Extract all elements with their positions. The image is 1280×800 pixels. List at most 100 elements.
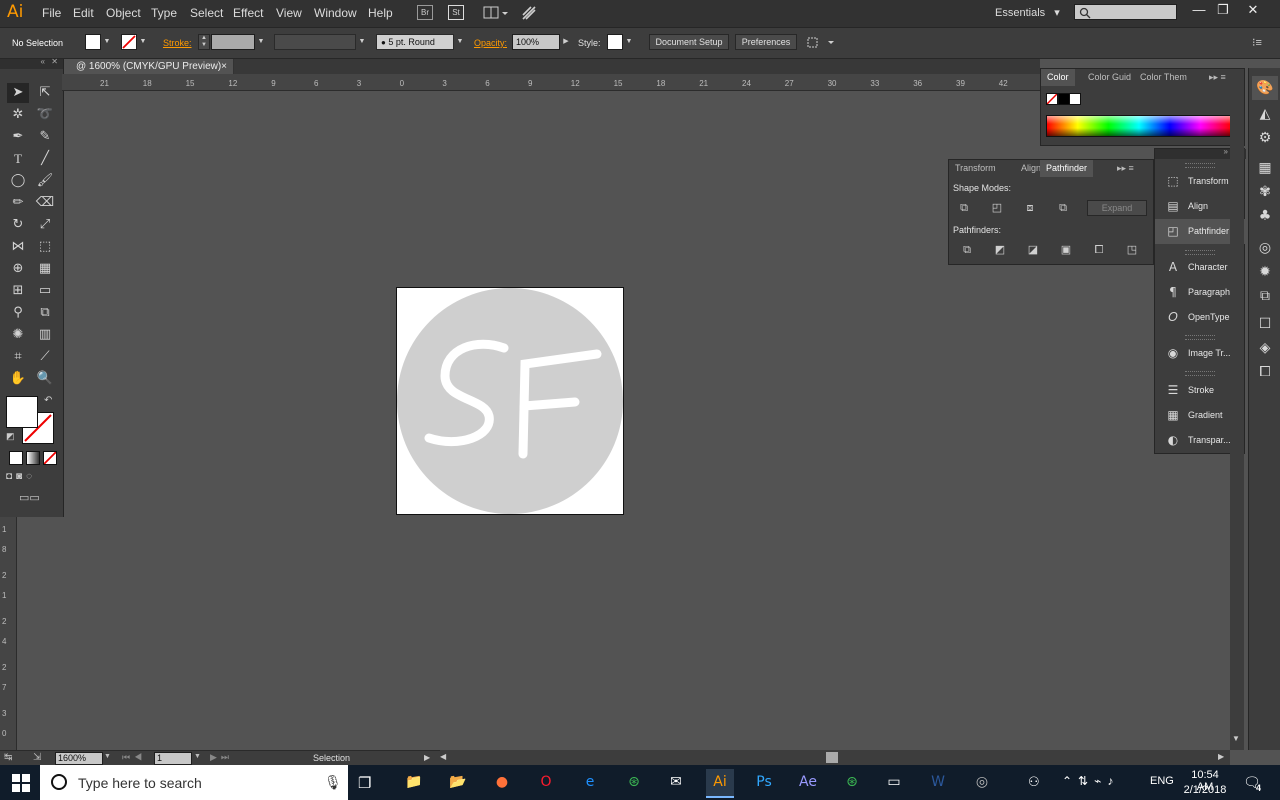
- windows-start-icon[interactable]: [12, 774, 30, 792]
- color-panel-icon[interactable]: 🎨: [1252, 76, 1278, 100]
- direct-selection-tool-icon[interactable]: ⇱: [34, 83, 56, 103]
- unite-icon[interactable]: ⧉: [957, 201, 971, 215]
- type-tool-icon[interactable]: T: [7, 149, 29, 169]
- vertical-scrollbar[interactable]: ▼: [1230, 90, 1244, 750]
- color-guide-icon[interactable]: ◭: [1252, 102, 1278, 126]
- horizontal-scrollbar[interactable]: ◀ ▶: [440, 750, 1230, 765]
- tab-color[interactable]: Color: [1041, 69, 1075, 86]
- document-tab[interactable]: @ 1600% (CMYK/GPU Preview) ×: [64, 59, 234, 74]
- rotate-view-icon[interactable]: ↹: [4, 752, 12, 763]
- zoom-level-input[interactable]: 1600%: [55, 752, 103, 765]
- divide-icon[interactable]: ⧉: [960, 243, 974, 257]
- color-themes-icon[interactable]: ⚙: [1252, 126, 1278, 150]
- curvature-tool-icon[interactable]: ✎: [34, 127, 56, 147]
- task-view-icon[interactable]: ❐: [358, 774, 371, 792]
- scroll-down-icon[interactable]: ▼: [1232, 734, 1240, 743]
- links-icon[interactable]: ⧠: [1252, 360, 1278, 384]
- dock-group-grip[interactable]: [1185, 335, 1215, 340]
- status-menu-icon[interactable]: ▶: [424, 753, 430, 762]
- rotate-tool-icon[interactable]: ↻: [7, 215, 29, 235]
- artboard-prev-icon[interactable]: ⏮◀: [122, 752, 146, 763]
- minus-back-icon[interactable]: ◳: [1125, 243, 1139, 257]
- system-tray-icons[interactable]: ⌃⇅⌁♪: [1062, 774, 1119, 788]
- merge-icon[interactable]: ◪: [1026, 243, 1040, 257]
- close-icon[interactable]: ×: [221, 59, 227, 74]
- tab-color-guide[interactable]: Color Guid: [1082, 69, 1137, 86]
- mesh-tool-icon[interactable]: ⊞: [7, 281, 29, 301]
- column-graph-tool-icon[interactable]: ▥: [34, 325, 56, 345]
- zoom-dropdown-icon[interactable]: ▼: [104, 753, 111, 760]
- taskbar-search-box[interactable]: Type here to search 🎙: [40, 765, 348, 800]
- opacity-input[interactable]: 100%: [512, 34, 560, 50]
- brush-dropdown-icon[interactable]: ▼: [454, 34, 466, 50]
- menu-edit[interactable]: Edit: [73, 6, 94, 20]
- eraser-tool-icon[interactable]: ⌫: [34, 193, 56, 213]
- menu-object[interactable]: Object: [106, 6, 141, 20]
- menu-window[interactable]: Window: [314, 6, 357, 20]
- stroke-label[interactable]: Stroke:: [163, 38, 192, 48]
- trim-icon[interactable]: ◩: [993, 243, 1007, 257]
- lasso-tool-icon[interactable]: ➰: [34, 105, 56, 125]
- chrome-like-icon[interactable]: ⊛: [620, 769, 648, 796]
- intersect-icon[interactable]: ⧈: [1023, 201, 1037, 215]
- exclude-icon[interactable]: ⧉: [1056, 201, 1070, 215]
- transform-options-icon[interactable]: [806, 36, 834, 50]
- minus-front-icon[interactable]: ◰: [990, 201, 1004, 215]
- none-swatch[interactable]: [1046, 93, 1058, 105]
- menu-help[interactable]: Help: [368, 6, 393, 20]
- menu-type[interactable]: Type: [151, 6, 177, 20]
- stock-button[interactable]: St: [448, 5, 464, 20]
- document-setup-button[interactable]: Document Setup: [649, 34, 729, 50]
- eyedropper-tool-icon[interactable]: ⚲: [7, 303, 29, 323]
- scroll-left-icon[interactable]: ◀: [440, 752, 446, 761]
- tab-pathfinder[interactable]: Pathfinder: [1040, 160, 1094, 177]
- folder-icon[interactable]: 📂: [444, 769, 472, 796]
- magic-wand-tool-icon[interactable]: ✲: [7, 105, 29, 125]
- gpu-performance-icon[interactable]: [520, 5, 538, 21]
- artboard-dropdown-icon[interactable]: ▼: [194, 753, 201, 760]
- layers-icon[interactable]: ◈: [1252, 336, 1278, 360]
- expand-button[interactable]: Expand: [1087, 200, 1147, 216]
- artboard-number-input[interactable]: 1: [154, 752, 192, 765]
- dock-group-grip[interactable]: [1185, 163, 1215, 168]
- people-icon[interactable]: ⚇: [1028, 774, 1040, 790]
- white-swatch[interactable]: [1069, 93, 1081, 105]
- asset-export-icon[interactable]: ⧉: [1252, 284, 1278, 308]
- after-effects-icon[interactable]: Ae: [794, 769, 822, 796]
- symbol-sprayer-tool-icon[interactable]: ✺: [7, 325, 29, 345]
- artboard-tool-icon[interactable]: ⌗: [7, 347, 29, 367]
- swatches-icon[interactable]: ▦: [1252, 156, 1278, 180]
- hand-tool-icon[interactable]: ✋: [7, 369, 29, 389]
- panel-menu-icon[interactable]: ⁝≡: [1252, 36, 1266, 49]
- pencil-tool-icon[interactable]: ✏: [7, 193, 29, 213]
- illustrator-icon[interactable]: Ai: [706, 769, 734, 798]
- scale-tool-icon[interactable]: ⤢: [34, 215, 56, 235]
- line-tool-icon[interactable]: ╱: [34, 149, 56, 169]
- stroke-swatch[interactable]: [121, 34, 137, 50]
- close-button[interactable]: ✕: [1240, 0, 1266, 20]
- zoom-tool-icon[interactable]: 🔍: [34, 369, 56, 389]
- stroke-dropdown-icon[interactable]: ▼: [137, 34, 149, 50]
- vertical-ruler[interactable]: 1 8 2 1 2 4 2 7 3 0: [0, 517, 17, 750]
- preferences-button[interactable]: Preferences: [735, 34, 797, 50]
- color-mode-icon[interactable]: [9, 451, 23, 465]
- opacity-label[interactable]: Opacity:: [474, 38, 507, 48]
- clock-date[interactable]: 2/1/2018: [1183, 784, 1227, 796]
- scroll-right-icon[interactable]: ▶: [1218, 752, 1224, 761]
- swap-colors-icon[interactable]: ↶: [44, 395, 52, 406]
- photoshop-icon[interactable]: Ps: [750, 769, 778, 796]
- file-explorer-icon[interactable]: 📁: [400, 769, 428, 796]
- brush-definition[interactable]: ● 5 pt. Round: [376, 34, 454, 50]
- style-swatch[interactable]: [607, 34, 623, 50]
- appearance-icon[interactable]: ✹: [1252, 260, 1278, 284]
- chat-icon[interactable]: ◎: [968, 769, 996, 796]
- dock-group-grip[interactable]: [1185, 371, 1215, 376]
- variable-width-profile[interactable]: [274, 34, 356, 50]
- blend-tool-icon[interactable]: ⧉: [34, 303, 56, 323]
- workspace-switcher[interactable]: Essentials ▾: [995, 6, 1060, 19]
- symbols-icon[interactable]: ♣: [1252, 204, 1278, 228]
- collapse-icon[interactable]: ▸▸ ≡: [1117, 163, 1134, 174]
- perspective-grid-tool-icon[interactable]: ▦: [34, 259, 56, 279]
- outline-icon[interactable]: ⧠: [1092, 243, 1106, 257]
- microphone-icon[interactable]: 🎙: [324, 774, 342, 791]
